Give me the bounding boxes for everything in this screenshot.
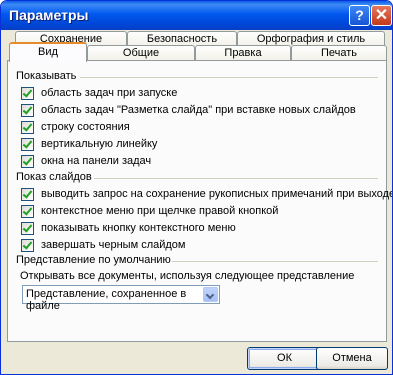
checkbox-checked-icon[interactable] bbox=[21, 187, 34, 201]
close-button[interactable]: ✕ bbox=[371, 5, 392, 26]
checkbox-checked-icon[interactable] bbox=[21, 137, 34, 151]
checkbox-label: выводить запрос на сохранение рукописных… bbox=[41, 188, 393, 200]
default-view-select[interactable]: Представление, сохраненное в файле bbox=[22, 285, 220, 312]
checkbox-checked-icon[interactable] bbox=[21, 238, 34, 252]
checkbox-label: строку состояния bbox=[41, 121, 130, 133]
tab-panel-view: Показывать область задач при запуске обл… bbox=[7, 60, 392, 342]
checkbox-right-click-menu[interactable]: контекстное меню при щелчке правой кнопк… bbox=[21, 204, 278, 218]
checkbox-vertical-ruler[interactable]: вертикальную линейку bbox=[21, 137, 157, 151]
checkbox-checked-icon[interactable] bbox=[21, 154, 34, 168]
show-group-title: Показывать bbox=[16, 70, 77, 82]
group-divider bbox=[172, 261, 378, 262]
checkbox-checked-icon[interactable] bbox=[21, 86, 34, 100]
checkbox-show-slide-layout-pane[interactable]: область задач "Разметка слайда" при вста… bbox=[21, 103, 356, 117]
checkbox-label: окна на панели задач bbox=[41, 155, 152, 167]
checkbox-windows-in-taskbar[interactable]: окна на панели задач bbox=[21, 154, 151, 168]
checkbox-label: показывать кнопку контекстного меню bbox=[41, 222, 236, 234]
group-divider bbox=[94, 178, 378, 179]
checkbox-popup-menu-button[interactable]: показывать кнопку контекстного меню bbox=[21, 221, 236, 235]
checkbox-label: вертикальную линейку bbox=[41, 138, 158, 150]
checkbox-status-bar[interactable]: строку состояния bbox=[21, 120, 130, 134]
default-view-selected: Представление, сохраненное в файле bbox=[26, 288, 187, 312]
checkbox-label: завершать черным слайдом bbox=[41, 239, 186, 251]
chevron-down-icon[interactable] bbox=[203, 287, 218, 302]
title-bar[interactable]: Параметры ? ✕ bbox=[1, 1, 392, 30]
checkbox-label: область задач "Разметка слайда" при вста… bbox=[41, 104, 356, 116]
default-view-caption: Открывать все документы, используя следу… bbox=[20, 270, 355, 282]
close-icon: ✕ bbox=[374, 7, 389, 24]
ok-button[interactable]: ОК bbox=[247, 347, 322, 370]
help-icon: ? bbox=[355, 7, 364, 23]
cancel-button[interactable]: Отмена bbox=[316, 347, 388, 370]
checkbox-checked-icon[interactable] bbox=[21, 120, 34, 134]
checkbox-checked-icon[interactable] bbox=[21, 103, 34, 117]
checkbox-checked-icon[interactable] bbox=[21, 204, 34, 218]
checkbox-end-with-black-slide[interactable]: завершать черным слайдом bbox=[21, 238, 186, 252]
checkbox-label: контекстное меню при щелчке правой кнопк… bbox=[41, 205, 279, 217]
checkbox-show-task-pane-startup[interactable]: область задач при запуске bbox=[21, 86, 177, 100]
help-button[interactable]: ? bbox=[349, 5, 370, 26]
checkbox-prompt-save-ink[interactable]: выводить запрос на сохранение рукописных… bbox=[21, 187, 393, 201]
options-dialog: Параметры ? ✕ Сохранение Безопасность Ор… bbox=[0, 0, 393, 375]
group-divider bbox=[80, 77, 378, 78]
tab-view[interactable]: Вид bbox=[9, 42, 87, 62]
checkbox-checked-icon[interactable] bbox=[21, 221, 34, 235]
default-view-group-title: Представление по умолчанию bbox=[16, 254, 171, 266]
checkbox-label: область задач при запуске bbox=[41, 87, 178, 99]
window-title: Параметры bbox=[9, 7, 89, 23]
slideshow-group-title: Показ слайдов bbox=[16, 171, 92, 183]
